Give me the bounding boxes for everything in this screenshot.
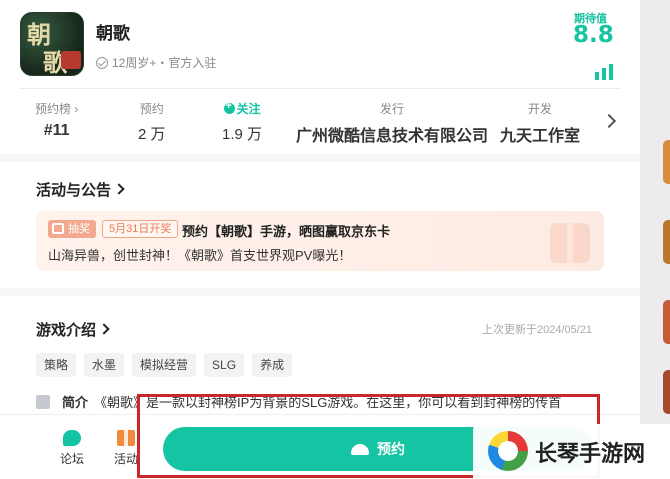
stats-scroll-chevron-icon[interactable] — [601, 113, 617, 129]
draw-date-badge: 5月31日开奖 — [102, 220, 179, 238]
forum-tab-label: 论坛 — [60, 452, 85, 466]
event-banner[interactable]: 抽奖 5月31日开奖 预约【朝歌】手游，晒图赢取京东卡 山海异兽，创世封神！《朝… — [36, 211, 604, 271]
age-rating-text: 12周岁+・官方入驻 — [112, 56, 217, 70]
adjacent-thumb-1 — [663, 140, 670, 184]
chevron-right-icon — [98, 323, 110, 335]
activity-tab-label: 活动 — [114, 452, 139, 466]
section-gap — [0, 154, 640, 162]
verified-check-icon — [96, 56, 108, 69]
adjacent-thumb-4 — [663, 370, 670, 414]
stat-publisher-label: 发行 — [380, 102, 405, 116]
score-value: 8.8 — [573, 22, 614, 48]
stat-follow-value: 1.9 万 — [222, 126, 263, 143]
activity-tab[interactable]: 活动 — [114, 430, 138, 467]
stat-developer-value: 九天工作室 — [500, 128, 581, 145]
site-logo-icon — [488, 431, 528, 471]
stat-developer-label: 开发 — [528, 102, 553, 116]
adjacent-thumb-3 — [663, 300, 670, 344]
lottery-tag: 抽奖 — [48, 220, 96, 238]
game-detail-page: 朝 歌 朝歌 12周岁+・官方入驻 期待值 8.8 预约榜 › #11 预约 2… — [0, 0, 640, 479]
summary-label: 简介 — [62, 395, 89, 410]
tag-list: 策略 水墨 模拟经营 SLG 养成 — [36, 353, 293, 377]
lottery-tag-label: 抽奖 — [68, 223, 90, 235]
stat-developer[interactable]: 开发 九天工作室 — [500, 100, 580, 146]
stat-follow-label: 关注 — [236, 102, 261, 116]
stat-ranking-value: #11 — [43, 122, 70, 139]
watermark: 长琴手游网 — [473, 424, 670, 479]
gift-icon — [52, 223, 64, 234]
adjacent-thumb-2 — [663, 220, 670, 264]
follow-label-row: 关注 — [222, 100, 262, 117]
app-title: 朝歌 — [96, 24, 130, 43]
stat-publisher[interactable]: 发行 广州微酷信息技术有限公司 — [296, 100, 488, 146]
app-subtitle: 12周岁+・官方入驻 — [96, 54, 216, 71]
stat-reservations-label: 预约 — [139, 102, 164, 116]
event-description: 山海异兽，创世封神！《朝歌》首支世界观PV曝光！ — [48, 248, 352, 263]
stat-ranking[interactable]: 预约榜 › #11 — [35, 100, 78, 140]
chat-bubble-icon — [63, 430, 81, 446]
intro-section-title[interactable]: 游戏介绍 — [36, 319, 110, 340]
event-headline: 预约【朝歌】手游，晒图赢取京东卡 — [182, 224, 391, 239]
events-section-label: 活动与公告 — [36, 182, 112, 199]
section-gap-2 — [0, 288, 640, 296]
stat-reservations: 预约 2 万 — [138, 100, 166, 144]
forum-tab[interactable]: 论坛 — [60, 430, 84, 467]
score-chart-icon — [595, 64, 613, 80]
stat-ranking-label: 预约榜 › — [35, 102, 79, 116]
tag-sim[interactable]: 模拟经营 — [132, 353, 197, 377]
watermark-text: 长琴手游网 — [535, 441, 646, 466]
document-icon — [36, 394, 50, 409]
intro-section-label: 游戏介绍 — [36, 322, 97, 339]
follow-plus-icon — [223, 100, 235, 114]
app-icon[interactable]: 朝 歌 — [20, 12, 84, 76]
events-section-title[interactable]: 活动与公告 — [36, 179, 125, 200]
last-updated: 上次更新于2024/05/21 — [482, 324, 593, 336]
header-divider — [20, 88, 620, 89]
stat-reservations-value: 2 万 — [138, 126, 166, 143]
tag-nurture[interactable]: 养成 — [252, 353, 293, 377]
chevron-right-icon — [113, 183, 125, 195]
gift-icon — [117, 430, 135, 446]
stat-publisher-value: 广州微酷信息技术有限公司 — [296, 128, 489, 145]
tag-strategy[interactable]: 策略 — [36, 353, 77, 377]
stat-follow[interactable]: 关注 1.9 万 — [222, 100, 262, 144]
gift-box-decoration-icon — [550, 223, 590, 263]
tag-ink[interactable]: 水墨 — [84, 353, 125, 377]
tag-slg[interactable]: SLG — [204, 353, 245, 377]
app-icon-ribbon — [61, 51, 81, 69]
